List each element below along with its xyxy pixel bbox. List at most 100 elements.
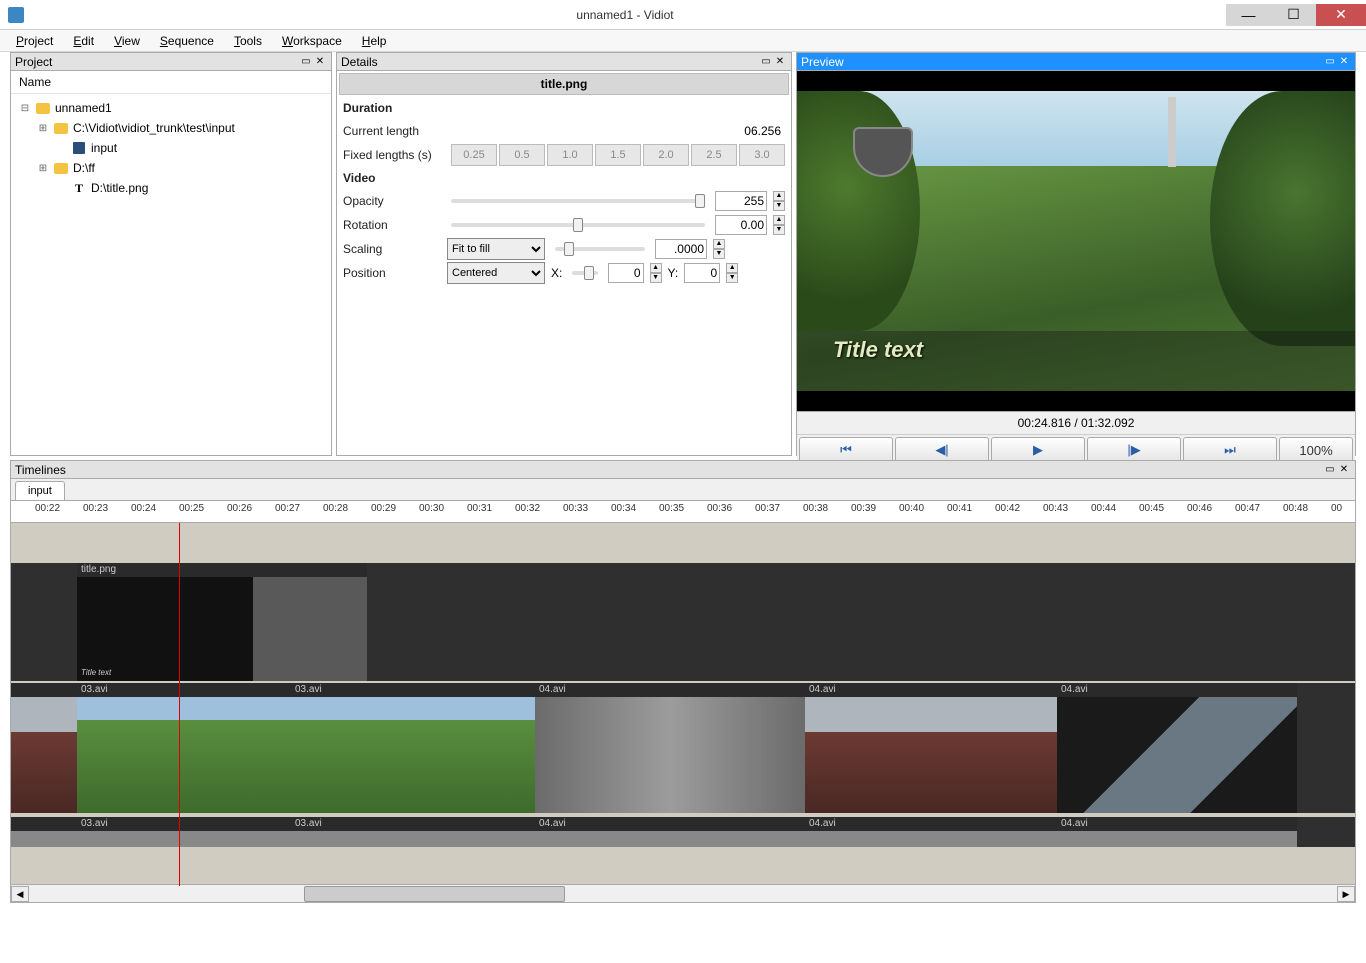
expander-icon[interactable]: ⊞	[37, 163, 49, 174]
slider-thumb[interactable]	[564, 242, 574, 256]
scroll-right-button[interactable]: ▶	[1337, 886, 1355, 902]
timelines-panel-header[interactable]: Timelines ▭ ✕	[11, 461, 1355, 479]
menu-tools[interactable]: Tools	[226, 32, 270, 50]
video-clip[interactable]	[11, 683, 77, 813]
ruler-tick: 00:28	[323, 503, 348, 514]
minimize-button[interactable]: —	[1226, 4, 1271, 26]
scaling-input[interactable]	[655, 239, 707, 259]
maximize-button[interactable]: ☐	[1271, 4, 1316, 26]
panel-restore-icon[interactable]: ▭	[1323, 56, 1337, 67]
fixed-length-button[interactable]: 3.0	[739, 144, 785, 166]
audio-clip[interactable]: 03.avi	[77, 817, 291, 847]
expander-icon[interactable]: ⊞	[37, 123, 49, 134]
menu-edit[interactable]: Edit	[65, 32, 102, 50]
clip-thumbnail	[535, 697, 805, 813]
ruler-tick: 00:33	[563, 503, 588, 514]
clip-label: 03.avi	[77, 817, 291, 831]
project-panel-header[interactable]: Project ▭ ✕	[11, 53, 331, 71]
panel-close-icon[interactable]: ✕	[773, 56, 787, 67]
tree-root[interactable]: ⊟ unnamed1	[13, 98, 329, 118]
audio-clip[interactable]: 04.avi	[1057, 817, 1297, 847]
tree-folder-ff[interactable]: ⊞ D:\ff	[13, 158, 329, 178]
clip-label: 03.avi	[77, 683, 291, 697]
panel-close-icon[interactable]: ✕	[1337, 56, 1351, 67]
fixed-length-button[interactable]: 2.0	[643, 144, 689, 166]
scaling-label: Scaling	[343, 242, 441, 256]
opacity-input[interactable]	[715, 191, 767, 211]
y-label: Y:	[668, 266, 679, 280]
fixed-length-button[interactable]: 0.5	[499, 144, 545, 166]
audio-clip[interactable]: 04.avi	[805, 817, 1057, 847]
audio-track[interactable]: 03.avi03.avi04.avi04.avi04.avi	[11, 817, 1355, 847]
rotation-slider[interactable]	[451, 223, 705, 227]
slider-thumb[interactable]	[584, 266, 594, 280]
fixed-length-button[interactable]: 0.25	[451, 144, 497, 166]
menu-help[interactable]: Help	[354, 32, 395, 50]
fixed-length-button[interactable]: 1.0	[547, 144, 593, 166]
y-spinner[interactable]: ▲▼	[726, 263, 738, 283]
title-track[interactable]: title.png Title text	[11, 563, 1355, 681]
timeline-tabs: input	[11, 479, 1355, 501]
scroll-left-button[interactable]: ◀	[11, 886, 29, 902]
panel-restore-icon[interactable]: ▭	[1323, 464, 1337, 475]
menu-workspace[interactable]: Workspace	[274, 32, 350, 50]
slider-thumb[interactable]	[573, 218, 583, 232]
x-spinner[interactable]: ▲▼	[650, 263, 662, 283]
ruler-tick: 00:43	[1043, 503, 1068, 514]
scaling-slider[interactable]	[555, 247, 645, 251]
menu-project[interactable]: Project	[8, 32, 61, 50]
audio-clip[interactable]: 04.avi	[535, 817, 805, 847]
panel-close-icon[interactable]: ✕	[313, 56, 327, 67]
x-slider[interactable]	[572, 271, 597, 275]
preview-panel: Preview ▭ ✕ Title text 00:24.816 / 01:32…	[796, 52, 1356, 456]
opacity-slider[interactable]	[451, 199, 705, 203]
video-clip[interactable]: 04.avi	[535, 683, 805, 813]
tree-folder-input[interactable]: ⊞ C:\Vidiot\vidiot_trunk\test\input	[13, 118, 329, 138]
rotation-input[interactable]	[715, 215, 767, 235]
opacity-spinner[interactable]: ▲▼	[773, 191, 785, 211]
video-track[interactable]: 03.avi03.avi04.avi04.avi04.avi	[11, 683, 1355, 813]
fixed-length-button[interactable]: 2.5	[691, 144, 737, 166]
menu-sequence[interactable]: Sequence	[152, 32, 222, 50]
audio-clip[interactable]	[11, 817, 77, 847]
timeline-body[interactable]: title.png Title text 03.avi03.avi04.avi0…	[11, 523, 1355, 886]
preview-time-display: 00:24.816 / 01:32.092	[797, 411, 1355, 434]
video-clip[interactable]: 04.avi	[1057, 683, 1297, 813]
x-input[interactable]	[608, 263, 644, 283]
fixed-length-button[interactable]: 1.5	[595, 144, 641, 166]
menu-view[interactable]: View	[106, 32, 148, 50]
ruler-tick: 00:26	[227, 503, 252, 514]
tree-title-file[interactable]: T D:\title.png	[13, 178, 329, 198]
panel-restore-icon[interactable]: ▭	[299, 56, 313, 67]
project-column-name[interactable]: Name	[11, 71, 331, 94]
tree-sequence[interactable]: input	[13, 138, 329, 158]
position-combo[interactable]: Centered	[447, 262, 545, 284]
ruler-tick: 00:38	[803, 503, 828, 514]
opacity-label: Opacity	[343, 194, 441, 208]
panel-restore-icon[interactable]: ▭	[759, 56, 773, 67]
ruler-tick: 00:29	[371, 503, 396, 514]
tree-label: input	[91, 141, 117, 155]
video-clip[interactable]: 04.avi	[805, 683, 1057, 813]
slider-thumb[interactable]	[695, 194, 705, 208]
audio-clip[interactable]: 03.avi	[291, 817, 535, 847]
window-title: unnamed1 - Vidiot	[24, 8, 1226, 22]
scaling-combo[interactable]: Fit to fill	[447, 238, 545, 260]
timeline-ruler[interactable]: 00:2200:2300:2400:2500:2600:2700:2800:29…	[11, 501, 1355, 523]
details-panel-header[interactable]: Details ▭ ✕	[337, 53, 791, 71]
title-clip[interactable]: title.png Title text	[77, 563, 367, 681]
playhead[interactable]	[179, 523, 180, 886]
expander-icon[interactable]: ⊟	[19, 103, 31, 114]
video-clip[interactable]: 03.avi	[77, 683, 291, 813]
rotation-spinner[interactable]: ▲▼	[773, 215, 785, 235]
scroll-thumb[interactable]	[304, 886, 566, 902]
close-button[interactable]: ✕	[1316, 4, 1366, 26]
panel-close-icon[interactable]: ✕	[1337, 464, 1351, 475]
timeline-tab[interactable]: input	[15, 481, 65, 500]
y-input[interactable]	[684, 263, 720, 283]
ruler-tick: 00:31	[467, 503, 492, 514]
timeline-scrollbar[interactable]: ◀ ▶	[11, 884, 1355, 902]
preview-panel-header[interactable]: Preview ▭ ✕	[797, 53, 1355, 71]
scaling-spinner[interactable]: ▲▼	[713, 239, 725, 259]
video-clip[interactable]: 03.avi	[291, 683, 535, 813]
